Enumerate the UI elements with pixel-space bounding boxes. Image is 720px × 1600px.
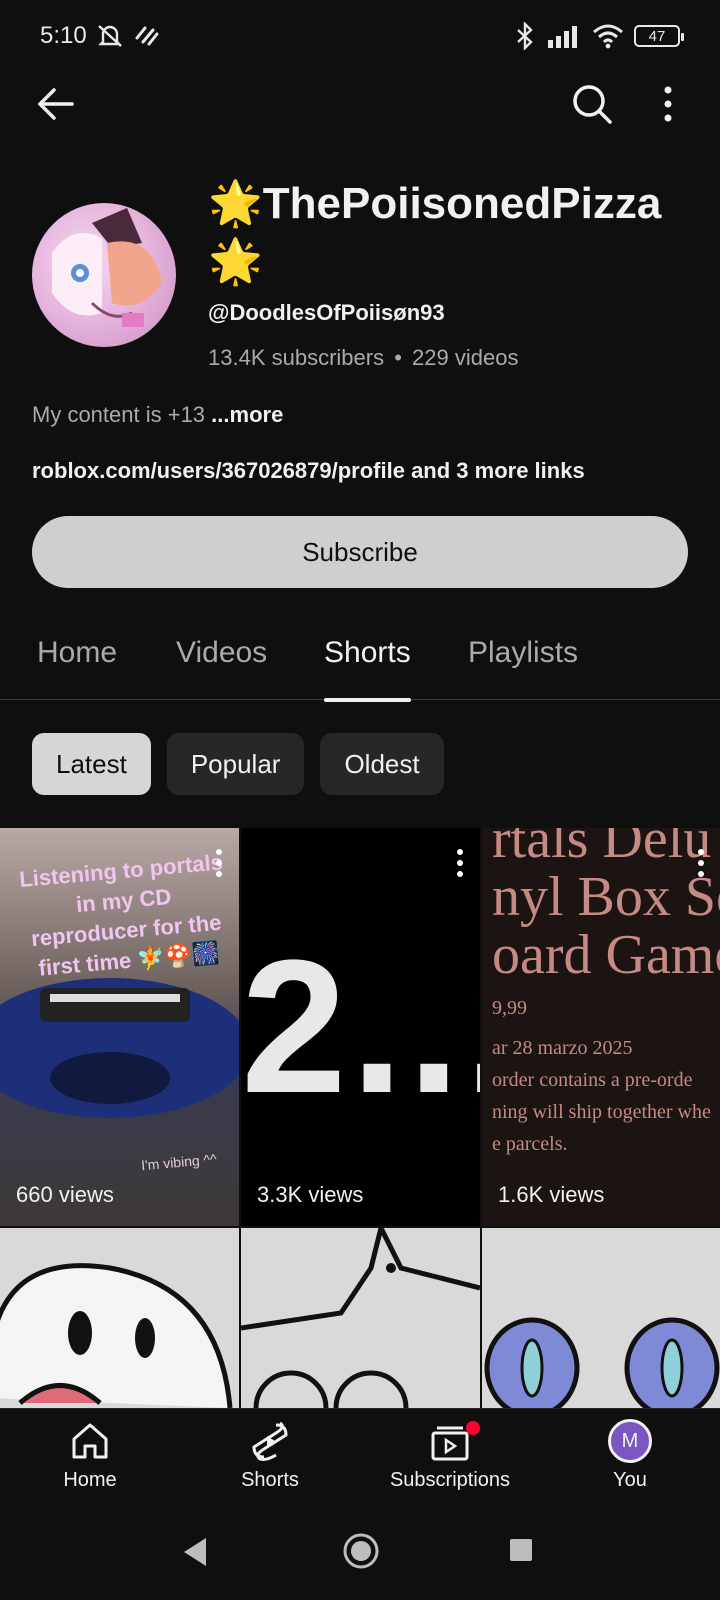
- short-overlay-text: rtals Delu nyl Box Se oard Game 9,99 ar …: [492, 828, 720, 1160]
- top-app-bar: [0, 72, 720, 136]
- overlay-small: 9,99: [492, 997, 527, 1019]
- short-overlay-text: 2...: [241, 921, 480, 1133]
- channel-links[interactable]: roblox.com/users/367026879/profile and 3…: [32, 458, 585, 484]
- mute-bell-icon: [97, 25, 122, 47]
- short-item[interactable]: 2... 3.3K views: [241, 828, 480, 1226]
- short-views: 3.3K views: [257, 1182, 364, 1207]
- more-vert-icon[interactable]: [660, 84, 676, 124]
- back-arrow-icon[interactable]: [34, 82, 78, 126]
- short-caption: Listening to portals in my CD reproducer…: [18, 849, 224, 981]
- overlay-line: oard Game: [492, 924, 720, 986]
- short-thumbnail-art: [484, 1317, 720, 1408]
- description-more-link[interactable]: ...more: [211, 402, 283, 427]
- channel-stats: 13.4K subscribers • 229 videos: [208, 345, 518, 371]
- nav-subscriptions-label: Subscriptions: [389, 1469, 511, 1491]
- overlay-small: ning will ship together whe: [492, 1101, 711, 1123]
- cd-player-art: [0, 978, 239, 1118]
- video-count: 229 videos: [412, 345, 519, 370]
- more-vert-icon[interactable]: [454, 848, 466, 878]
- channel-description[interactable]: My content is +13 ...more: [32, 402, 283, 428]
- channel-title-line1: 🌟ThePoiisonedPizza: [208, 179, 662, 228]
- overlay-line: rtals Delu: [492, 828, 712, 870]
- channel-tabs: Home Videos Shorts Playlists: [0, 620, 720, 702]
- wifi-icon: [593, 24, 623, 49]
- more-vert-icon[interactable]: [213, 848, 225, 878]
- description-text: My content is +13: [32, 402, 206, 427]
- user-avatar: M: [608, 1419, 652, 1463]
- short-item[interactable]: [241, 1228, 480, 1408]
- nav-shorts-label: Shorts: [241, 1469, 299, 1491]
- avatar-art: [52, 208, 162, 327]
- system-home-icon[interactable]: [341, 1531, 381, 1571]
- channel-title: 🌟ThePoiisonedPizza 🌟: [208, 175, 688, 291]
- shorts-icon: [252, 1421, 288, 1461]
- bluetooth-icon: [517, 22, 533, 50]
- system-back-icon[interactable]: [180, 1534, 210, 1570]
- home-icon: [72, 1423, 108, 1459]
- short-views: 1.6K views: [498, 1182, 605, 1207]
- sort-chips: Latest Popular Oldest: [32, 733, 444, 795]
- nav-home-label: Home: [63, 1469, 117, 1491]
- bottom-navigation: Home Shorts Subscriptions M You: [0, 1408, 720, 1508]
- system-navigation-bar: [0, 1508, 720, 1600]
- system-recents-icon[interactable]: [507, 1536, 535, 1564]
- short-thumbnail-art: [241, 1228, 480, 1408]
- subscriber-count: 13.4K subscribers: [208, 345, 385, 370]
- chip-popular[interactable]: Popular: [166, 733, 305, 795]
- short-item[interactable]: rtals Delu nyl Box Se oard Game 9,99 ar …: [482, 828, 720, 1226]
- short-views: 660 views: [16, 1182, 114, 1207]
- short-item[interactable]: [0, 1228, 239, 1408]
- status-time: 5:10: [40, 22, 87, 49]
- short-item[interactable]: [482, 1228, 720, 1408]
- nav-you[interactable]: M You: [550, 1419, 710, 1492]
- battery-icon: 47: [634, 25, 684, 47]
- overlay-small: e parcels.: [492, 1133, 568, 1155]
- tab-playlists[interactable]: Playlists: [468, 636, 578, 700]
- channel-title-line2: 🌟: [208, 237, 263, 286]
- overlay-small: order contains a pre-orde: [492, 1069, 693, 1091]
- nav-you-label: You: [613, 1469, 647, 1491]
- stats-separator: •: [394, 345, 402, 370]
- nav-subscriptions[interactable]: Subscriptions: [370, 1419, 530, 1492]
- user-avatar-initial: M: [621, 1429, 639, 1452]
- tab-videos[interactable]: Videos: [176, 636, 267, 700]
- app-notification-icon: [135, 26, 159, 46]
- short-thumbnail-art: [0, 1263, 233, 1408]
- more-vert-icon[interactable]: [695, 848, 707, 878]
- battery-level: 47: [648, 27, 666, 45]
- short-item[interactable]: Listening to portals in my CD reproducer…: [0, 828, 239, 1226]
- overlay-small: ar 28 marzo 2025: [492, 1037, 633, 1059]
- signal-icon: [548, 26, 577, 48]
- subscribe-button[interactable]: Subscribe: [32, 516, 688, 588]
- status-bar: 5:10 47: [0, 0, 720, 72]
- channel-avatar[interactable]: [32, 203, 176, 347]
- tab-shorts[interactable]: Shorts: [324, 636, 411, 702]
- tab-home[interactable]: Home: [37, 636, 117, 700]
- search-icon[interactable]: [570, 82, 614, 126]
- chip-oldest[interactable]: Oldest: [320, 733, 444, 795]
- shorts-grid: Listening to portals in my CD reproducer…: [0, 828, 720, 1408]
- channel-handle: @DoodlesOfPoiisøn93: [208, 300, 445, 325]
- chip-latest[interactable]: Latest: [32, 733, 151, 795]
- nav-shorts[interactable]: Shorts: [190, 1419, 350, 1492]
- overlay-line: nyl Box Se: [492, 866, 720, 928]
- nav-home[interactable]: Home: [10, 1419, 170, 1492]
- notification-dot: [466, 1421, 480, 1435]
